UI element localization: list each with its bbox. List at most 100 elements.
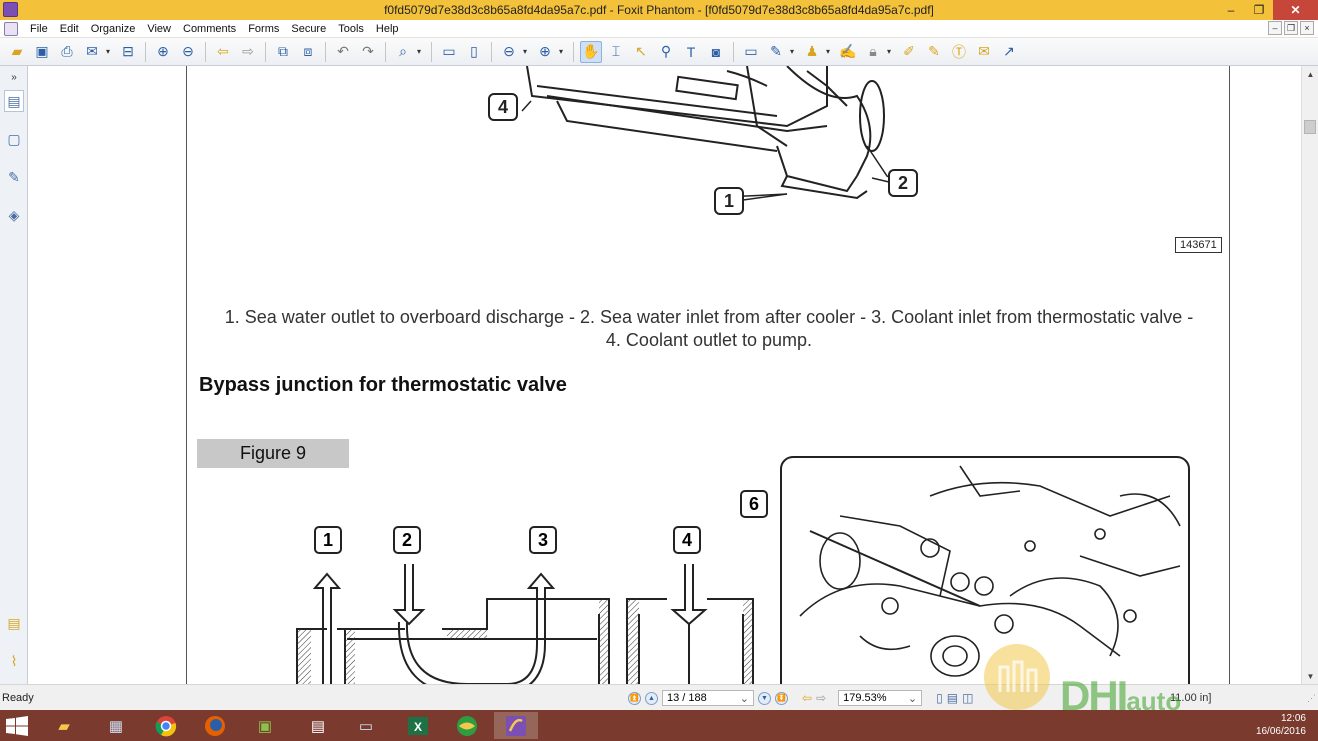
zoom-dropdown-icon[interactable]: ▾ <box>417 47 425 56</box>
continuous-page-icon[interactable]: ▤ <box>947 691 958 705</box>
textbox-icon[interactable]: Ⓣ <box>948 41 970 63</box>
edit-text-icon[interactable]: ✎ <box>923 41 945 63</box>
nav-forward-icon[interactable]: ⇨ <box>816 691 826 705</box>
doc-close-button[interactable]: × <box>1300 21 1314 35</box>
forward-icon[interactable]: ⇨ <box>237 41 259 63</box>
menu-file[interactable]: File <box>24 23 54 35</box>
form-field-icon[interactable]: ▭ <box>740 41 762 63</box>
maximize-button[interactable]: ❐ <box>1245 0 1273 20</box>
attachments-icon[interactable]: ⌇ <box>4 650 24 672</box>
fit-width-icon[interactable]: ▯ <box>463 41 485 63</box>
annotations-icon[interactable]: ✎ <box>4 166 24 188</box>
stamp-dropdown-icon[interactable]: ▾ <box>826 47 834 56</box>
doc-minimize-button[interactable]: – <box>1268 21 1282 35</box>
last-page-icon[interactable]: ⏬ <box>775 691 788 705</box>
foxit-taskbar-icon[interactable] <box>494 712 538 739</box>
scroll-up-icon[interactable]: ▲ <box>1302 66 1318 82</box>
single-page-icon[interactable]: ▯ <box>936 691 943 705</box>
undo-icon[interactable]: ↶ <box>332 41 354 63</box>
select-annotation-icon[interactable]: ↖ <box>630 41 652 63</box>
hand-tool-icon[interactable]: ✋ <box>580 40 602 63</box>
menu-help[interactable]: Help <box>370 23 405 35</box>
menu-forms[interactable]: Forms <box>242 23 285 35</box>
svg-text:4: 4 <box>498 97 508 117</box>
system-clock[interactable]: 12:06 16/06/2016 <box>1256 712 1306 738</box>
sign-icon[interactable]: ✍ <box>837 41 859 63</box>
stamp-icon[interactable]: ♟ <box>801 41 823 63</box>
toolbar-divider <box>325 41 326 62</box>
comment-icon[interactable]: ✉ <box>973 41 995 63</box>
prev-page-icon[interactable]: ▲ <box>645 691 658 705</box>
snapshot-icon[interactable]: ◙ <box>705 41 727 63</box>
bookmarks-icon[interactable]: ▤ <box>4 90 24 112</box>
select-text-icon[interactable]: ⌶ <box>605 41 627 63</box>
zoom-in-dropdown-icon[interactable]: ▾ <box>559 47 567 56</box>
zoom-icon[interactable]: ⌕ <box>392 41 414 63</box>
previous-page-icon[interactable]: ⊕ <box>152 41 174 63</box>
first-page-icon[interactable]: ⏫ <box>628 691 641 705</box>
pages-icon[interactable]: ▢ <box>4 128 24 150</box>
menu-tools[interactable]: Tools <box>332 23 370 35</box>
open-folder-icon[interactable]: ▰ <box>6 41 28 63</box>
layers-icon[interactable]: ◈ <box>4 204 24 226</box>
scan-icon[interactable]: ⊟ <box>117 41 139 63</box>
resize-grip-icon[interactable]: ⋰ <box>1307 693 1316 704</box>
expand-pane-icon[interactable]: » <box>4 66 24 88</box>
watermark-brand: DHIauto <box>1060 672 1181 720</box>
menu-secure[interactable]: Secure <box>285 23 332 35</box>
back-icon[interactable]: ⇦ <box>212 41 234 63</box>
calculator-icon[interactable]: ▦ <box>94 712 138 739</box>
scrollbar-thumb[interactable] <box>1304 120 1316 134</box>
close-button[interactable]: ✕ <box>1273 0 1318 20</box>
comments-panel-icon[interactable]: ▤ <box>4 612 24 634</box>
lock-dropdown-icon[interactable]: ▾ <box>887 47 895 56</box>
section-heading: Bypass junction for thermostatic valve <box>199 374 567 396</box>
excel-icon[interactable]: X <box>396 712 440 739</box>
typewriter-icon[interactable]: T <box>680 41 702 63</box>
redo-icon[interactable]: ↷ <box>357 41 379 63</box>
paint-icon[interactable]: ▤ <box>296 712 340 739</box>
chrome-icon[interactable] <box>144 712 188 739</box>
doc-restore-button[interactable]: ❐ <box>1284 21 1298 35</box>
firefox-icon[interactable] <box>193 712 237 739</box>
zoom-out-icon[interactable]: ⊖ <box>498 41 520 63</box>
page-dropdown-icon[interactable]: ⌄ <box>740 692 749 705</box>
image-editor-icon[interactable]: ▣ <box>243 712 287 739</box>
menu-edit[interactable]: Edit <box>54 23 85 35</box>
menu-organize[interactable]: Organize <box>85 23 142 35</box>
zoom-in-icon[interactable]: ⊕ <box>534 41 556 63</box>
page-number-field[interactable]: 13 / 188 ⌄ <box>662 690 754 706</box>
minimize-button[interactable]: – <box>1217 0 1245 20</box>
photos-icon[interactable]: ▭ <box>344 712 388 739</box>
lock-icon[interactable]: 🔒︎ <box>862 41 884 63</box>
document-viewport[interactable]: 4 2 1 143671 1. Sea water outlet to over… <box>28 66 1301 684</box>
find-icon[interactable]: ⚲ <box>655 41 677 63</box>
zoom-level-dropdown-icon[interactable]: ⌄ <box>908 692 917 705</box>
note-icon[interactable]: ✐ <box>898 41 920 63</box>
email-icon[interactable]: ✉ <box>81 41 103 63</box>
edit-dropdown-icon[interactable]: ▾ <box>790 47 798 56</box>
zoom-level-field[interactable]: 179.53% ⌄ <box>838 690 923 706</box>
vertical-scrollbar[interactable]: ▲ ▼ <box>1301 66 1318 684</box>
document-menu-icon[interactable] <box>4 21 18 36</box>
toolbar-divider <box>573 41 574 62</box>
next-page-icon[interactable]: ⊖ <box>177 41 199 63</box>
menu-view[interactable]: View <box>141 23 177 35</box>
edit-document-icon[interactable]: ✎ <box>765 41 787 63</box>
print-icon[interactable]: ⎙ <box>56 41 78 63</box>
save-icon[interactable]: ▣ <box>31 41 53 63</box>
file-explorer-icon[interactable]: ▰ <box>42 712 86 739</box>
extract-page-icon[interactable]: ⧈ <box>297 41 319 63</box>
insert-page-icon[interactable]: ⧉ <box>272 41 294 63</box>
arrow-tool-icon[interactable]: ↗ <box>998 41 1020 63</box>
start-button-icon[interactable] <box>6 716 28 736</box>
email-dropdown-icon[interactable]: ▾ <box>106 47 114 56</box>
scroll-down-icon[interactable]: ▼ <box>1302 668 1318 684</box>
globe-app-icon[interactable] <box>445 712 489 739</box>
menu-comments[interactable]: Comments <box>177 23 242 35</box>
zoom-out-dropdown-icon[interactable]: ▾ <box>523 47 531 56</box>
figure-code-label: 143671 <box>1175 237 1222 253</box>
fit-page-icon[interactable]: ▭ <box>438 41 460 63</box>
next-page-icon[interactable]: ▼ <box>758 691 771 705</box>
nav-back-icon[interactable]: ⇦ <box>802 691 812 705</box>
